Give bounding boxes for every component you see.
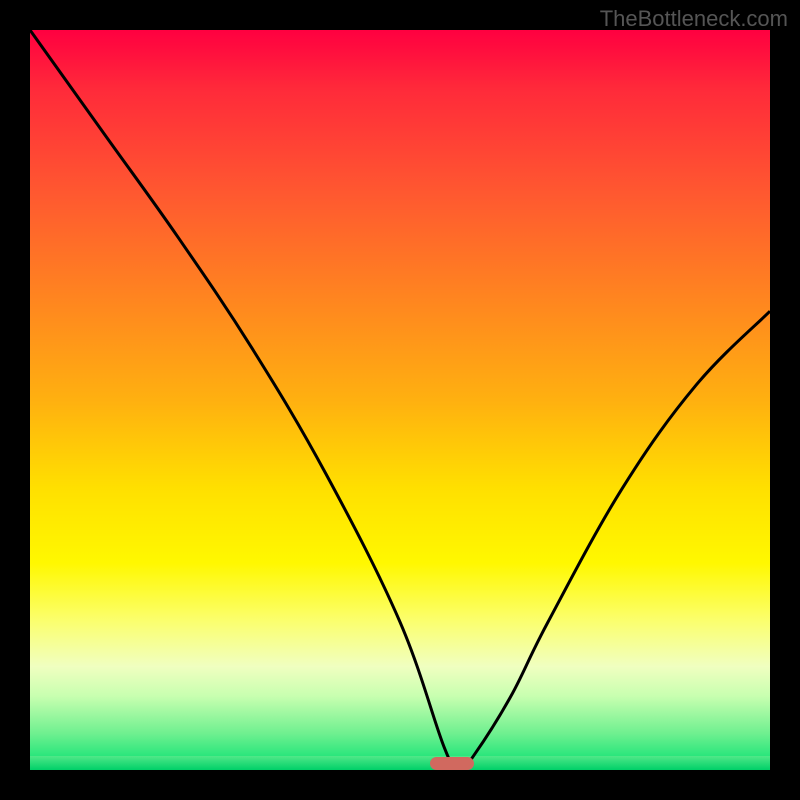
chart-frame: TheBottleneck.com <box>0 0 800 800</box>
watermark-text: TheBottleneck.com <box>600 6 788 32</box>
minimum-marker <box>430 757 474 770</box>
plot-area <box>30 30 770 770</box>
curve-path <box>30 30 770 770</box>
bottleneck-curve <box>30 30 770 770</box>
